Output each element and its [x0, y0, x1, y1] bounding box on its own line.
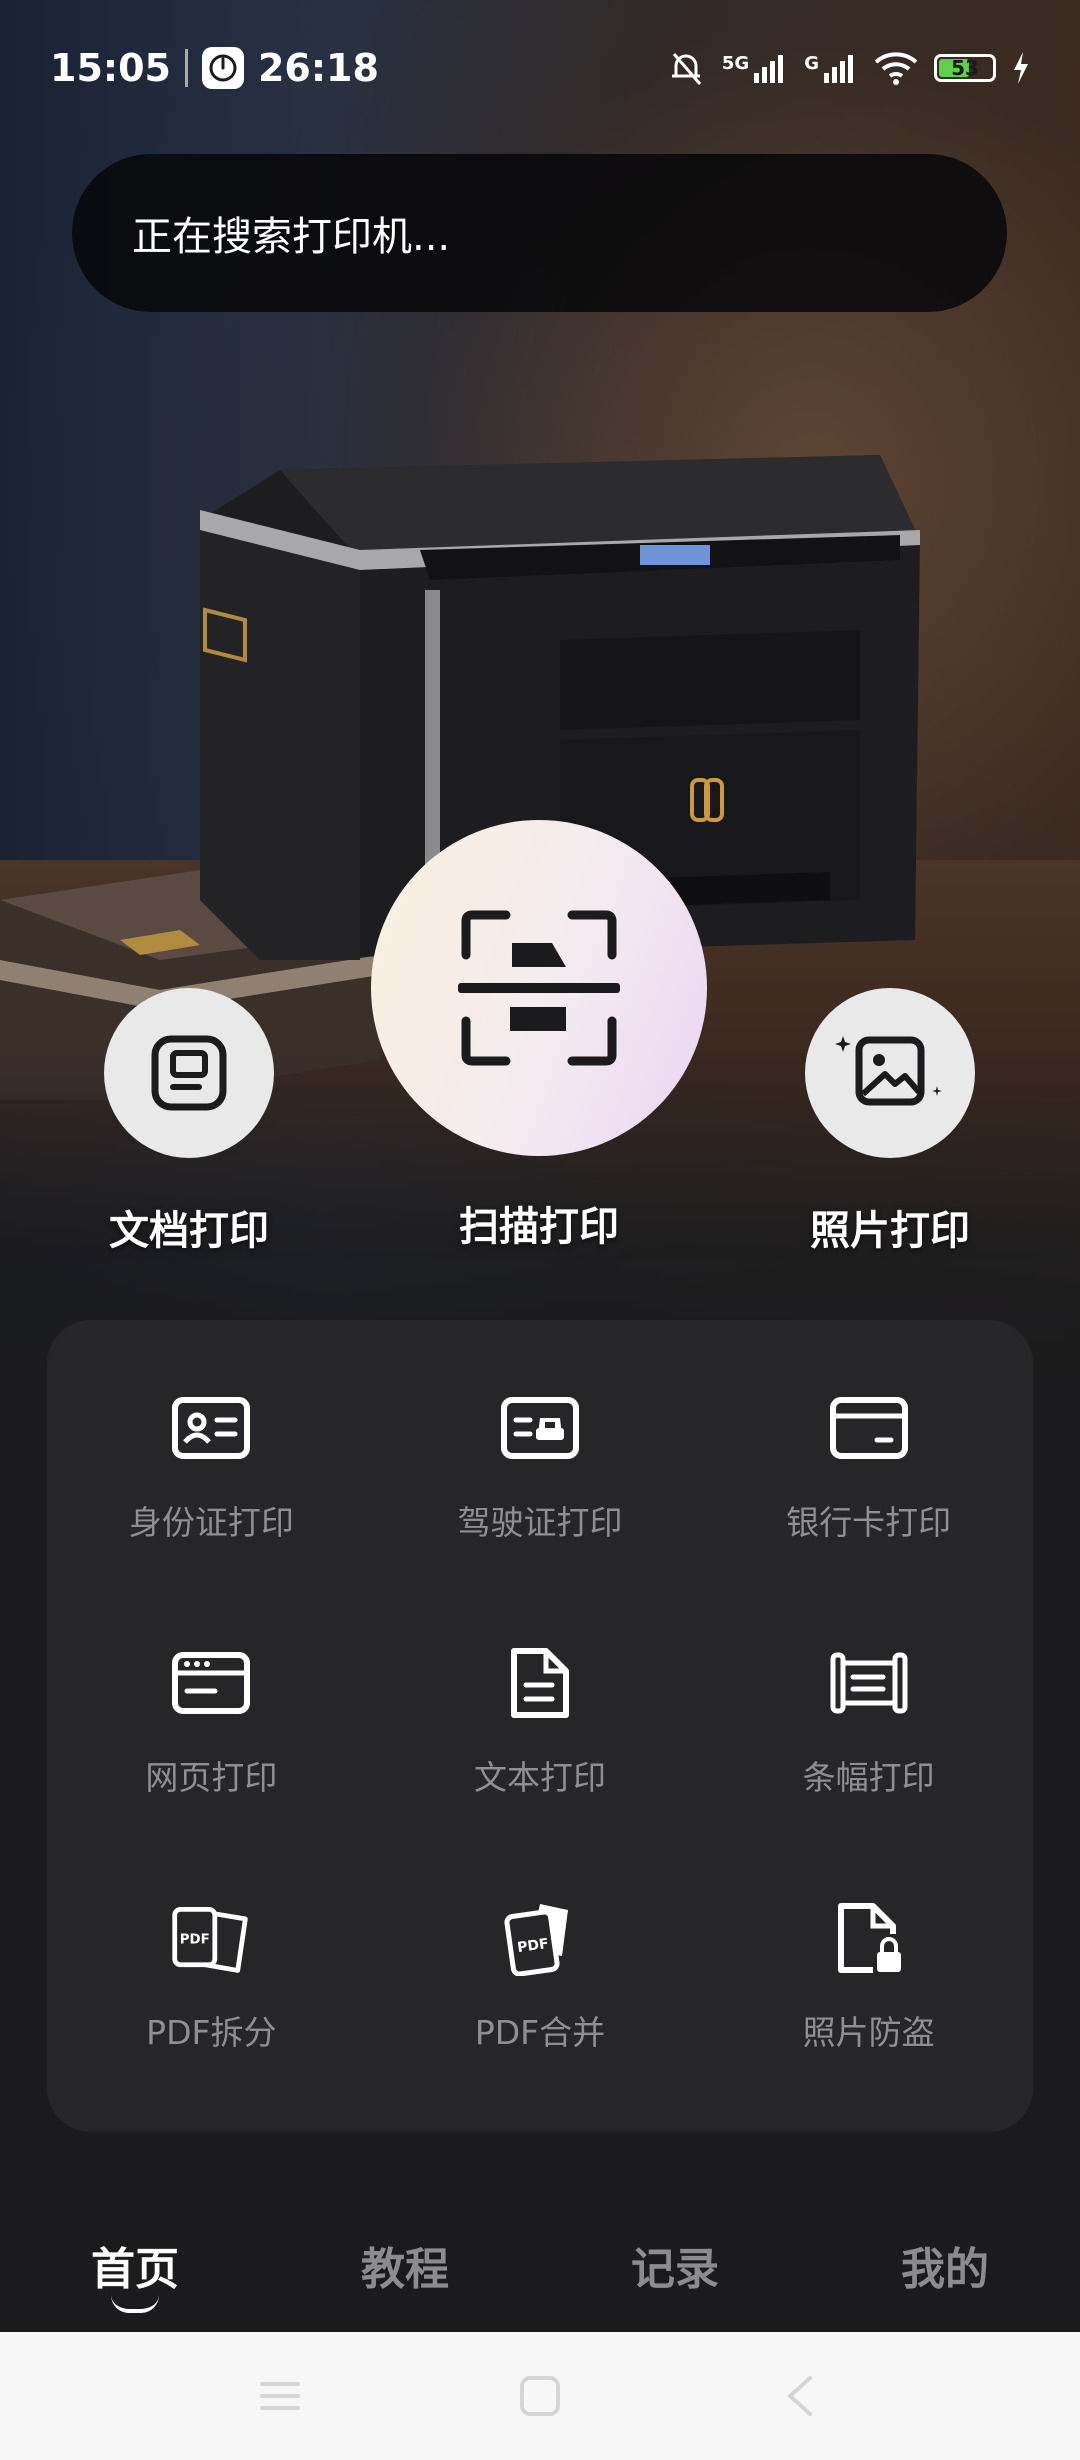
driver-license-icon [500, 1397, 579, 1460]
svg-text:PDF: PDF [180, 1932, 210, 1947]
back-chevron-icon [788, 2376, 812, 2416]
pdf-split-icon: PDF [172, 1906, 249, 1973]
timer-value: 26:18 [257, 46, 379, 90]
battery-icon: 53 [934, 54, 996, 82]
feature-banner-print[interactable]: 条幅打印 [704, 1593, 1033, 1848]
feature-label: 驾驶证打印 [457, 1503, 623, 1543]
mute-bell-icon [671, 53, 702, 85]
photo-lock-icon [837, 1902, 901, 1973]
feature-label: 条幅打印 [802, 1757, 935, 1797]
bottom-navigation: 首页 教程 记录 我的 [0, 2200, 1080, 2330]
clock: 15:05 [50, 46, 171, 90]
battery-level: 53 [951, 56, 979, 80]
active-tab-indicator [111, 2295, 159, 2313]
document-print-button[interactable]: 文档打印 [104, 988, 274, 1256]
feature-label: 银行卡打印 [786, 1503, 952, 1543]
feature-label: 照片防盗 [802, 2012, 935, 2052]
scan-icon [458, 910, 620, 1066]
printer-search-text: 正在搜索打印机... [132, 214, 451, 260]
system-navigation-bar [0, 2332, 1080, 2460]
status-separator [184, 49, 188, 87]
wifi-icon [874, 52, 918, 85]
photo-print-label: 照片打印 [810, 1208, 970, 1254]
nav-tab-label: 首页 [91, 2244, 179, 2295]
id-card-icon [172, 1397, 251, 1460]
webpage-icon [172, 1651, 251, 1714]
recent-apps-button[interactable] [250, 2366, 310, 2426]
nav-tab-home[interactable]: 首页 [35, 2233, 235, 2313]
feature-bank-card-print[interactable]: 银行卡打印 [704, 1338, 1033, 1593]
feature-label: PDF拆分 [146, 2012, 277, 2052]
status-bar: 15:05 26:18 5G G 53 [0, 0, 1080, 136]
menu-icon [260, 2382, 300, 2410]
scan-print-circle [371, 820, 707, 1156]
feature-grid: 身份证打印 驾驶证打印 银行卡打印 网页打印 文本打印 条幅打印 PDF PDF… [47, 1320, 1033, 2132]
charging-bolt-icon [1014, 52, 1028, 84]
photo-icon [835, 1036, 942, 1106]
network-5g-label: 5G [721, 53, 750, 74]
bank-card-icon [829, 1397, 908, 1460]
timer-icon [201, 47, 244, 89]
scan-print-label: 扫描打印 [459, 1204, 619, 1250]
feature-label: 身份证打印 [128, 1503, 294, 1543]
feature-webpage-print[interactable]: 网页打印 [47, 1593, 376, 1848]
back-button[interactable] [770, 2366, 830, 2426]
nav-tab-tutorial[interactable]: 教程 [305, 2233, 505, 2297]
nav-tab-label: 我的 [901, 2244, 989, 2295]
feature-driver-license-print[interactable]: 驾驶证打印 [376, 1338, 705, 1593]
nav-tab-records[interactable]: 记录 [575, 2233, 775, 2297]
home-button[interactable] [510, 2366, 570, 2426]
printer-search-status[interactable]: 正在搜索打印机... [72, 154, 1007, 312]
document-icon [151, 1035, 227, 1111]
banner-icon [830, 1652, 908, 1714]
feature-label: PDF合并 [474, 2012, 606, 2052]
feature-pdf-split[interactable]: PDF PDF拆分 [47, 1847, 376, 2102]
app-screen: 15:05 26:18 5G G 53 正在搜索打印机... 文档打印 扫描打印… [0, 0, 1080, 2460]
signal-5g-icon: 5G [722, 53, 788, 83]
nav-tab-mine[interactable]: 我的 [845, 2233, 1045, 2297]
feature-photo-anti-theft[interactable]: 照片防盗 [704, 1847, 1033, 2102]
nav-tab-label: 教程 [361, 2244, 449, 2295]
pdf-merge-icon: PDF [504, 1903, 568, 1976]
signal-g-icon: G [804, 53, 858, 83]
feature-label: 网页打印 [145, 1757, 278, 1797]
document-print-circle [104, 988, 274, 1158]
feature-id-card-print[interactable]: 身份证打印 [47, 1338, 376, 1593]
feature-text-print[interactable]: 文本打印 [376, 1593, 705, 1848]
photo-print-circle [805, 988, 975, 1158]
document-print-label: 文档打印 [109, 1208, 269, 1254]
photo-print-button[interactable]: 照片打印 [805, 988, 975, 1256]
text-file-icon [510, 1647, 569, 1718]
network-g-label: G [804, 53, 819, 74]
feature-label: 文本打印 [473, 1757, 606, 1797]
scan-print-button[interactable]: 扫描打印 [371, 820, 707, 1252]
nav-tab-label: 记录 [631, 2244, 719, 2295]
feature-pdf-merge[interactable]: PDF PDF合并 [376, 1847, 705, 2102]
home-square-icon [520, 2376, 560, 2416]
